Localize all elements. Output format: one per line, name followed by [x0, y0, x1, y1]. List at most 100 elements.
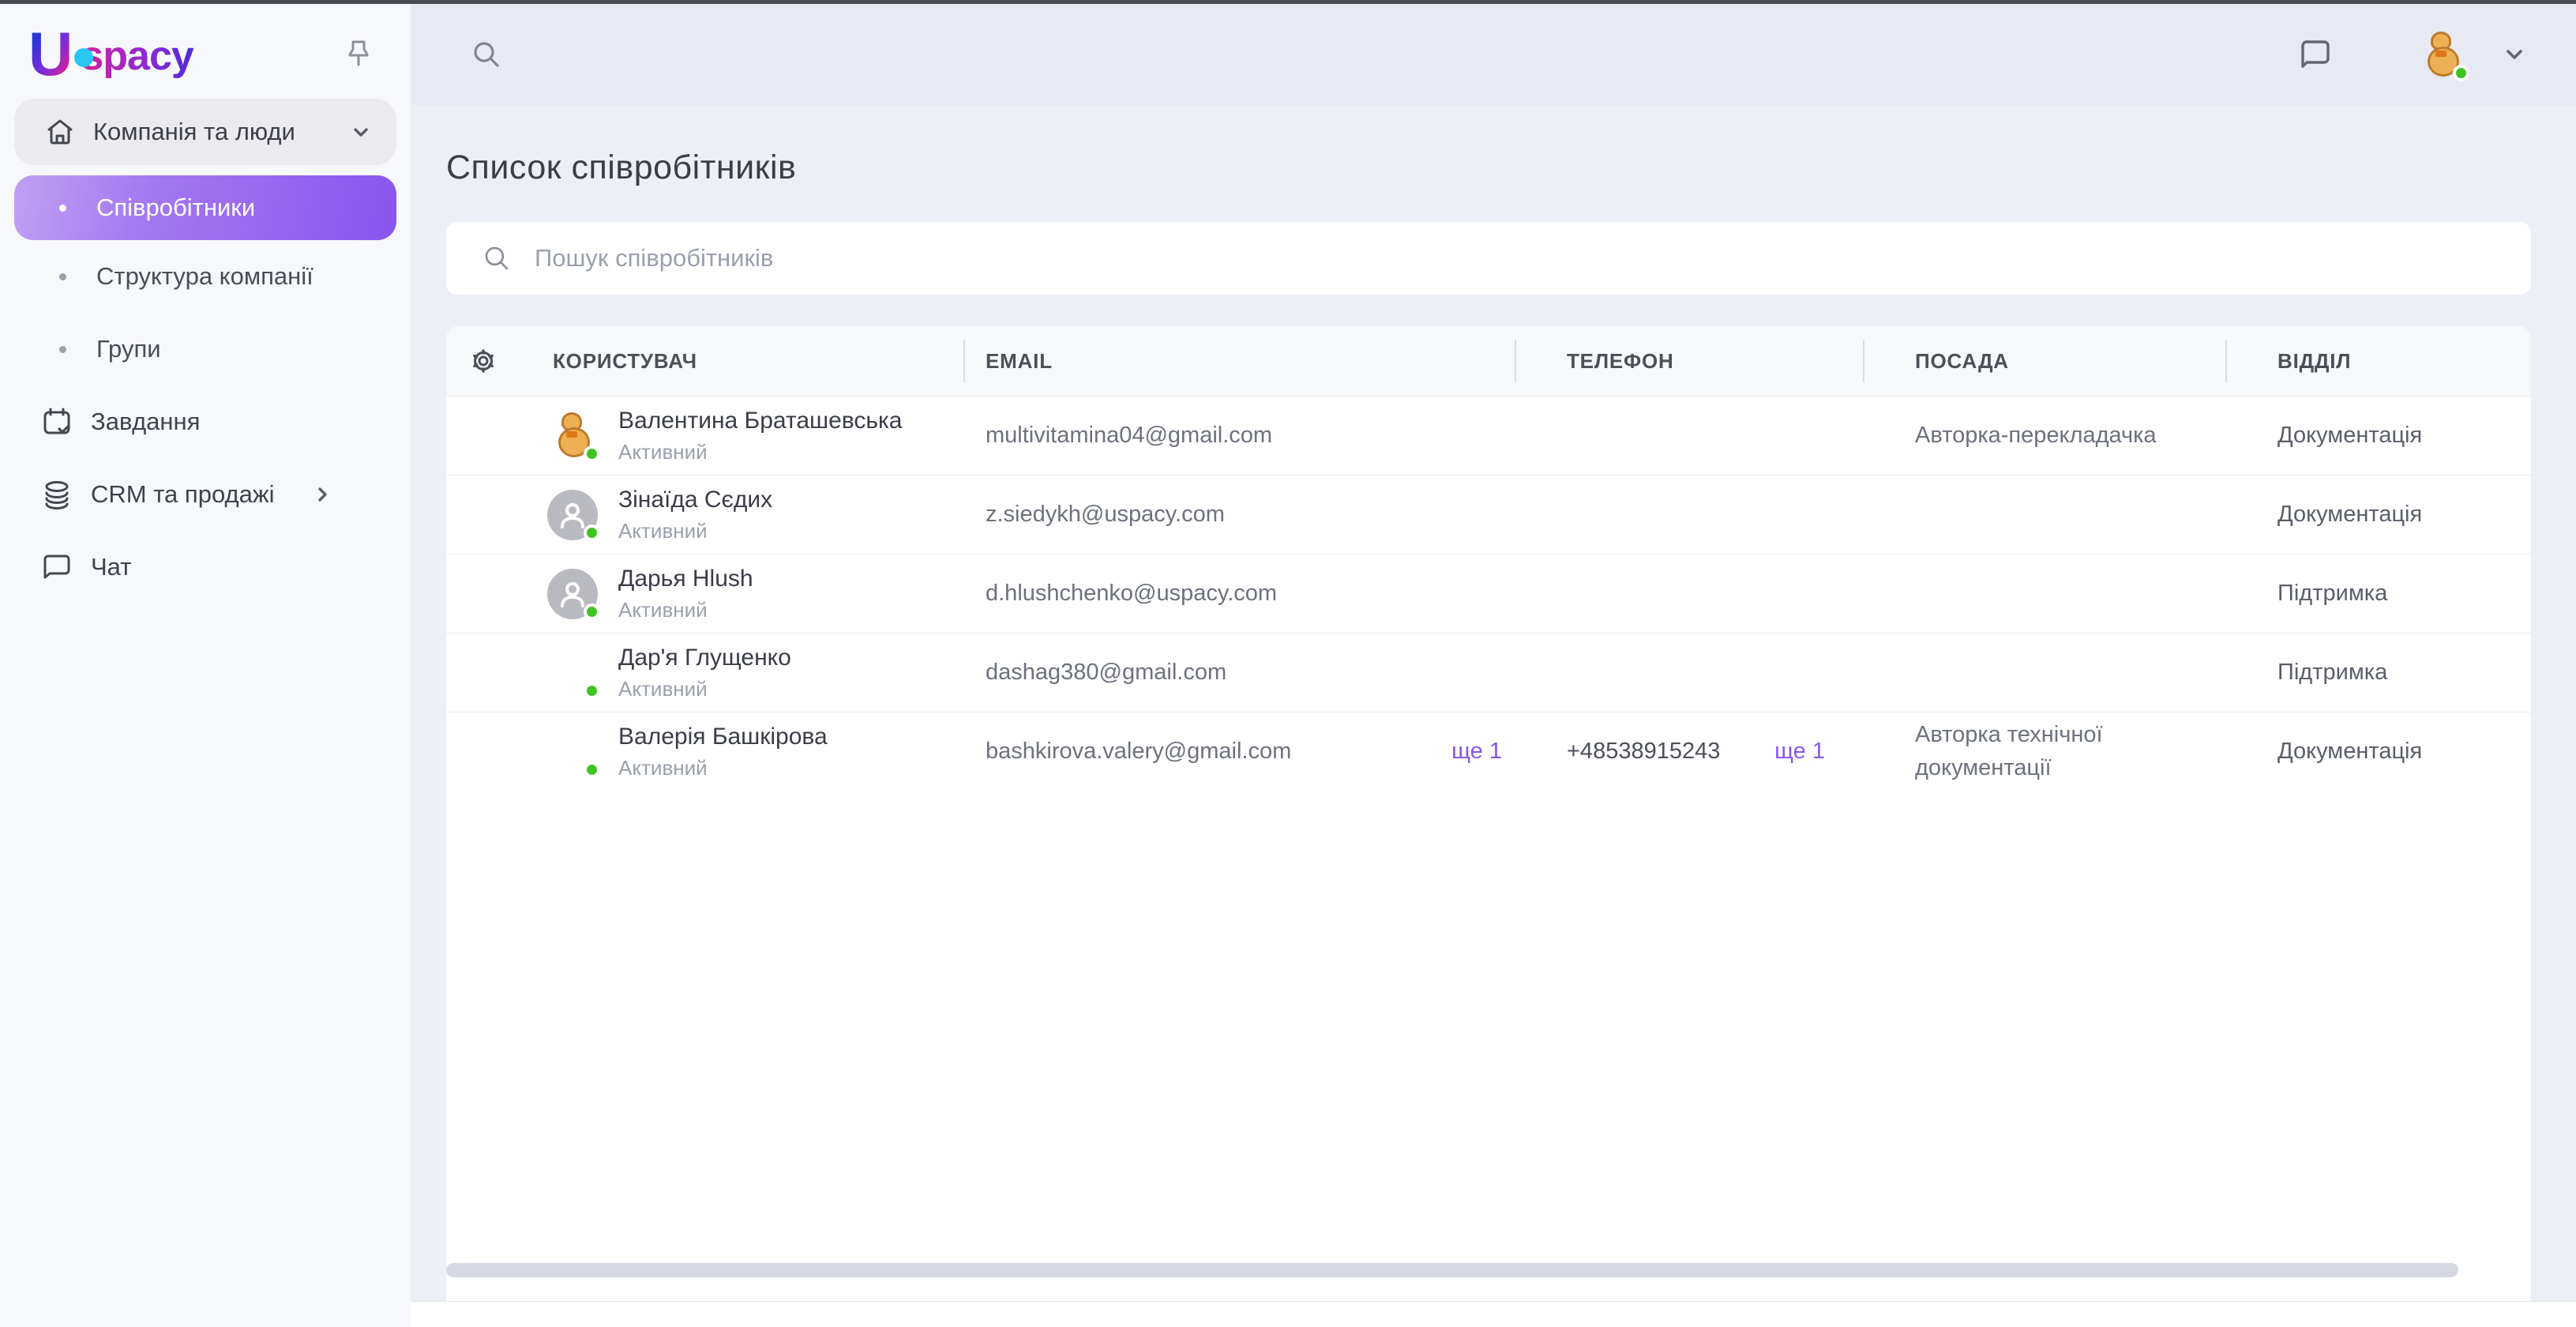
- column-header-user: КОРИСТУВАЧ: [446, 326, 963, 396]
- email-cell: d.hlushchenko@uspacy.com: [963, 581, 1515, 607]
- sidebar-item-company-structure[interactable]: Структура компанії: [14, 240, 396, 313]
- table-row[interactable]: Валентина Браташевська Активний multivit…: [446, 396, 2531, 475]
- sidebar-pin-button[interactable]: [340, 35, 377, 73]
- column-label: ТЕЛЕФОН: [1567, 349, 1674, 374]
- email-cell: bashkirova.valery@gmail.com ще 1: [963, 739, 1515, 765]
- chevron-right-icon: [311, 483, 335, 506]
- email-cell: multivitamina04@gmail.com: [963, 423, 1515, 449]
- phone-more-link[interactable]: ще 1: [1774, 739, 1825, 765]
- online-status-dot: [584, 445, 600, 462]
- topbar: [411, 4, 2576, 105]
- online-status-dot: [584, 682, 600, 699]
- scrollbar-thumb[interactable]: [446, 1263, 2458, 1277]
- profile-menu-button[interactable]: [2499, 39, 2530, 70]
- user-name[interactable]: Валерія Башкірова: [618, 724, 828, 750]
- bullet-icon: [59, 205, 66, 212]
- calendar-check-icon: [39, 404, 74, 439]
- department-cell: Підтримка: [2225, 581, 2531, 607]
- column-label: ПОСАДА: [1915, 349, 2009, 374]
- user-name[interactable]: Дарья Hlush: [618, 566, 753, 592]
- search-icon: [468, 36, 505, 73]
- sidebar-item-label: Завдання: [91, 408, 200, 436]
- profile-avatar[interactable]: [2415, 28, 2467, 81]
- online-status-dot: [584, 603, 600, 620]
- email-value[interactable]: dashag380@gmail.com: [986, 660, 1226, 686]
- user-status: Активний: [618, 756, 828, 780]
- chevron-down-icon: [2500, 40, 2529, 69]
- sidebar-section-company-and-people[interactable]: Компанія та люди: [14, 99, 396, 165]
- phone-cell: +48538915243 ще 1: [1515, 739, 1863, 765]
- user-cell: Зінаїда Сєдих Активний: [446, 487, 963, 543]
- user-cell: Дар'я Глущенко Активний: [446, 645, 963, 701]
- sidebar-section-label: Компанія та люди: [93, 118, 295, 146]
- column-header-department[interactable]: ВІДДІЛ: [2225, 326, 2531, 396]
- column-header-email[interactable]: EMAIL: [963, 326, 1515, 396]
- position-cell: Авторка-перекладачка: [1863, 419, 2225, 452]
- column-header-phone[interactable]: ТЕЛЕФОН: [1515, 326, 1863, 396]
- user-name[interactable]: Валентина Браташевська: [618, 408, 902, 434]
- chat-bubble-icon: [39, 550, 74, 585]
- column-label[interactable]: КОРИСТУВАЧ: [553, 349, 697, 374]
- sidebar-item-tasks[interactable]: Завдання: [14, 385, 396, 458]
- table-settings-button[interactable]: [466, 344, 501, 378]
- user-name[interactable]: Зінаїда Сєдих: [618, 487, 772, 513]
- user-cell: Валерія Башкірова Активний: [446, 724, 963, 780]
- column-label: EMAIL: [986, 349, 1053, 374]
- sidebar-item-employees[interactable]: Співробітники: [14, 175, 396, 240]
- avatar: [547, 490, 598, 540]
- table-row[interactable]: Дарья Hlush Активний d.hlushchenko@uspac…: [446, 554, 2531, 633]
- column-header-position[interactable]: ПОСАДА: [1863, 326, 2225, 396]
- sidebar: U spacy Компанія та люди: [0, 4, 411, 1327]
- employees-table-card: КОРИСТУВАЧ EMAIL ТЕЛЕФОН ПОСАДА ВІДДІЛ В…: [446, 326, 2531, 1301]
- sidebar-item-groups[interactable]: Групи: [14, 313, 396, 385]
- avatar: [547, 648, 598, 698]
- home-icon: [43, 115, 77, 148]
- position-cell: Авторка технічної документації: [1863, 719, 2225, 784]
- table-row[interactable]: Валерія Башкірова Активний bashkirova.va…: [446, 712, 2531, 791]
- department-cell: Документація: [2225, 502, 2531, 528]
- messenger-button[interactable]: [2295, 34, 2336, 75]
- online-status-dot: [584, 524, 600, 541]
- phone-value[interactable]: +48538915243: [1567, 739, 1720, 765]
- messenger-bubble-icon: [2296, 35, 2335, 74]
- user-status: Активний: [618, 598, 753, 622]
- email-value[interactable]: bashkirova.valery@gmail.com: [986, 739, 1291, 765]
- horizontal-scrollbar: [446, 1263, 2531, 1277]
- table-footer-strip: [411, 1301, 2576, 1327]
- online-status-dot: [584, 761, 600, 778]
- sidebar-item-chat[interactable]: Чат: [14, 531, 396, 603]
- user-name[interactable]: Дар'я Глущенко: [618, 645, 791, 671]
- column-label: ВІДДІЛ: [2277, 349, 2351, 374]
- sidebar-item-label: Співробітники: [96, 194, 255, 222]
- avatar: [547, 411, 598, 461]
- email-value[interactable]: d.hlushchenko@uspacy.com: [986, 581, 1277, 607]
- sidebar-item-label: Групи: [96, 335, 161, 363]
- table-row[interactable]: Дар'я Глущенко Активний dashag380@gmail.…: [446, 633, 2531, 712]
- pin-icon: [341, 36, 376, 71]
- sidebar-item-crm[interactable]: CRM та продажі: [14, 458, 396, 531]
- global-search-button[interactable]: [468, 36, 505, 73]
- employee-search-input[interactable]: [535, 244, 2504, 273]
- department-cell: Підтримка: [2225, 660, 2531, 686]
- user-cell: Дарья Hlush Активний: [446, 566, 963, 622]
- table-row[interactable]: Зінаїда Сєдих Активний z.siedykh@uspacy.…: [446, 475, 2531, 554]
- email-more-link[interactable]: ще 1: [1451, 739, 1502, 765]
- email-value[interactable]: z.siedykh@uspacy.com: [986, 502, 1225, 528]
- department-cell: Документація: [2225, 423, 2531, 449]
- logo-dot: [74, 48, 93, 67]
- user-status: Активний: [618, 519, 772, 543]
- user-cell: Валентина Браташевська Активний: [446, 408, 963, 464]
- avatar: [547, 569, 598, 619]
- bullet-icon: [59, 273, 66, 280]
- page-title: Список співробітників: [446, 148, 2531, 187]
- sidebar-item-label: Чат: [91, 553, 131, 581]
- window-top-strip: [0, 0, 2576, 4]
- search-icon: [481, 242, 513, 274]
- online-status-dot: [2453, 65, 2469, 81]
- gear-icon: [467, 344, 500, 378]
- uspacy-logo[interactable]: U spacy: [28, 28, 193, 80]
- email-cell: z.siedykh@uspacy.com: [963, 502, 1515, 528]
- logo-wordmark: spacy: [81, 36, 193, 80]
- main-content: Список співробітників: [411, 105, 2576, 1327]
- email-value[interactable]: multivitamina04@gmail.com: [986, 423, 1272, 449]
